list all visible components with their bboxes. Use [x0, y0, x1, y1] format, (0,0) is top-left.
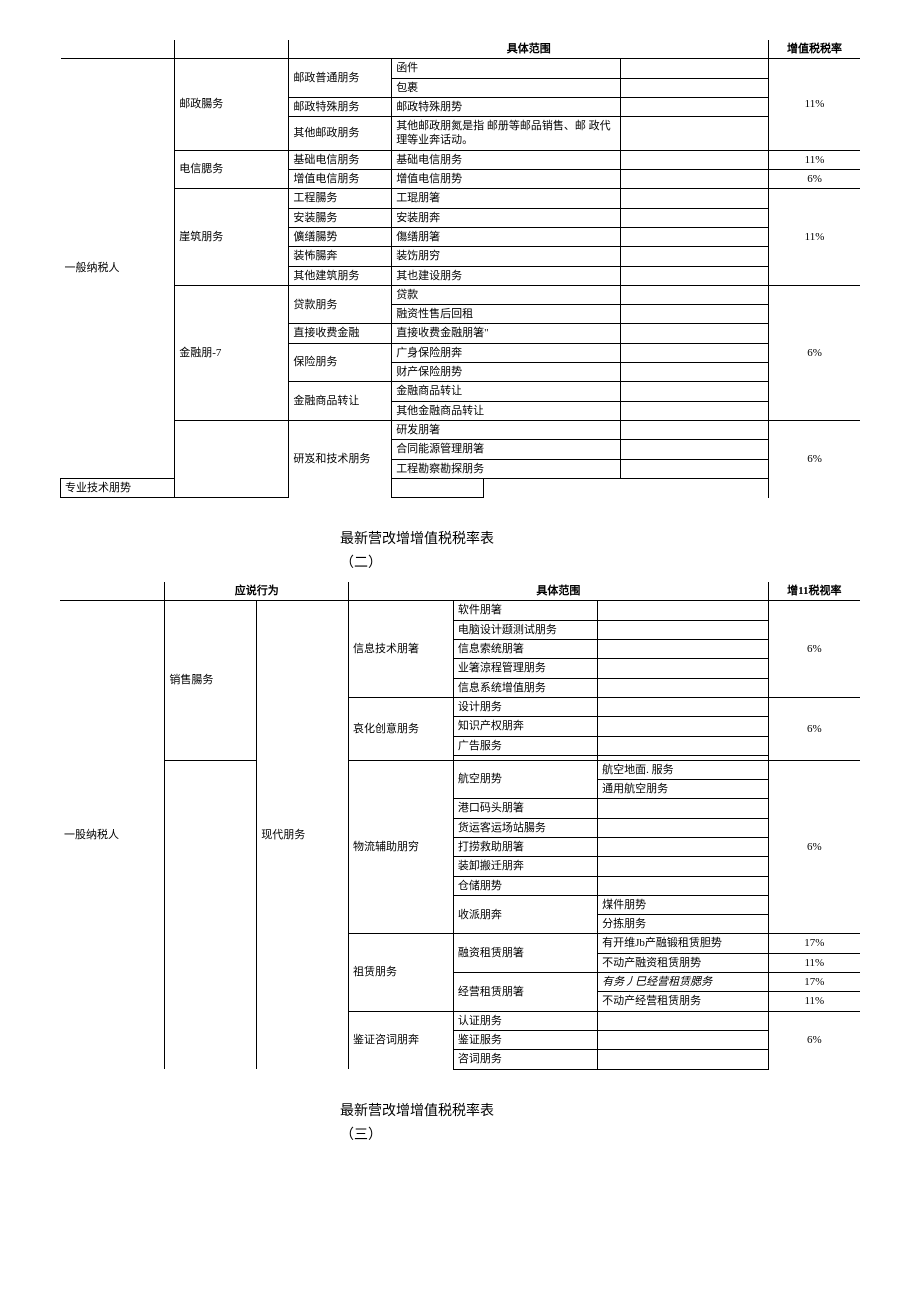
category-youzheng: 邮政腸务: [175, 59, 289, 150]
subcat-zulin: 祖赁朋务: [349, 934, 454, 1011]
subcat-wuliu: 物流辅助朋穷: [349, 760, 454, 934]
header-scope: 具体范围: [289, 40, 769, 59]
table-row: 电信腮务 基础电信朋务 基础电信朋务 11%: [61, 150, 861, 169]
table-row: 一股纳税人 销售腸务 现代朋务 信息技术朋箸 软件朋箸 6%: [60, 601, 860, 620]
category-dianxin: 电信腮务: [175, 150, 289, 189]
subcat-jianzheng: 鉴证咨词朋奔: [349, 1011, 454, 1069]
header-rate: 增11税视率: [768, 582, 860, 601]
taxpayer-label: 一股纳税人: [60, 601, 165, 1069]
category-jianzhu: 崖筑朋务: [175, 189, 289, 285]
subcat-wenhua: 哀化创意朋务: [349, 697, 454, 760]
taxpayer-label: 一般纳税人: [61, 59, 175, 479]
section-title-2: 最新营改增增值税税率表 （二）: [340, 528, 860, 572]
table-row: 研岌和技术朋务 研发朋箸 6%: [61, 420, 861, 439]
header-scope: 具体范围: [349, 582, 769, 601]
tax-table-1: 具体范围 增值税税率 一般纳税人 邮政腸务 邮政普通朋务 函件 11% 包裹 邮…: [60, 40, 860, 498]
category-jinrong: 金融朋-7: [175, 285, 289, 420]
category-xiandai: 现代朋务: [257, 601, 349, 1069]
table-header: 应说行为 具体范围 增11税视率: [60, 582, 860, 601]
subcat-xinxi: 信息技术朋箸: [349, 601, 454, 697]
table-header: 具体范围 增值税税率: [61, 40, 861, 59]
category-yanfa: 研岌和技术朋务: [289, 420, 392, 497]
table-row: 崖筑朋务 工程腸务工琨朋箸 11%: [61, 189, 861, 208]
table-row: 一般纳税人 邮政腸务 邮政普通朋务 函件 11%: [61, 59, 861, 78]
tax-table-2: 应说行为 具体范围 增11税视率 一股纳税人 销售腸务 现代朋务 信息技术朋箸 …: [60, 582, 860, 1069]
table-row: 物流辅助朋穷 航空朋势 航空地面. 服务 6%: [60, 760, 860, 779]
header-rate: 增值税税率: [769, 40, 860, 59]
table-row: 金融朋-7 贷款朋务 贷款 6%: [61, 285, 861, 304]
table-row: 专业技术朋势: [61, 478, 861, 497]
category-xiaoshou: 销售腸务: [165, 601, 257, 760]
section-title-3: 最新营改增增值税税率表 （三）: [340, 1100, 860, 1144]
header-behavior: 应说行为: [165, 582, 349, 601]
